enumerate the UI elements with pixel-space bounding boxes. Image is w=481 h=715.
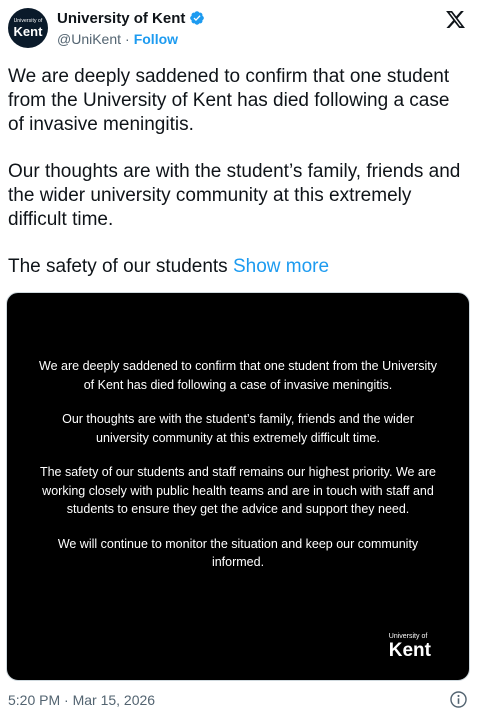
follow-button[interactable]: Follow bbox=[134, 31, 178, 47]
tweet-text: We are deeply saddened to confirm that o… bbox=[8, 65, 470, 302]
media-paragraph: The safety of our students and staff rem… bbox=[39, 465, 437, 516]
handle-row: @UniKent · Follow bbox=[57, 31, 205, 47]
avatar[interactable]: University of Kent bbox=[8, 8, 48, 48]
media-logo-line1: University of bbox=[388, 633, 428, 640]
media-paragraph: Our thoughts are with the student’s fami… bbox=[62, 412, 414, 445]
avatar-logo-line1: University of bbox=[13, 17, 43, 24]
media-logo-line2: Kent bbox=[388, 640, 431, 661]
show-more-link[interactable]: Show more bbox=[233, 256, 329, 277]
timestamp[interactable]: 5:20 PM · Mar 15, 2026 bbox=[8, 692, 155, 708]
media-image[interactable]: We are deeply saddened to confirm that o… bbox=[6, 292, 470, 681]
name-row: University of Kent bbox=[57, 9, 205, 27]
tweet-paragraph: Our thoughts are with the student’s fami… bbox=[8, 161, 461, 230]
tweet-paragraph: We are deeply saddened to confirm that o… bbox=[8, 66, 450, 135]
verified-badge-icon bbox=[190, 11, 205, 25]
display-name[interactable]: University of Kent bbox=[57, 10, 185, 27]
media-paragraph: We are deeply saddened to confirm that o… bbox=[39, 359, 437, 392]
media-statement: We are deeply saddened to confirm that o… bbox=[37, 357, 439, 588]
separator-dot: · bbox=[125, 31, 130, 47]
university-logo: University of Kent bbox=[389, 633, 431, 660]
author-block: University of Kent @UniKent · Follow bbox=[57, 9, 205, 47]
tweet-paragraph-truncated: The safety of our students Show more bbox=[8, 255, 470, 279]
media-paragraph: We will continue to monitor the situatio… bbox=[57, 536, 419, 570]
info-icon[interactable] bbox=[449, 690, 468, 709]
truncated-text: The safety of our students bbox=[8, 256, 228, 277]
x-logo-icon[interactable] bbox=[444, 9, 467, 30]
handle[interactable]: @UniKent bbox=[57, 31, 121, 47]
avatar-logo-line2: Kent bbox=[13, 23, 43, 39]
